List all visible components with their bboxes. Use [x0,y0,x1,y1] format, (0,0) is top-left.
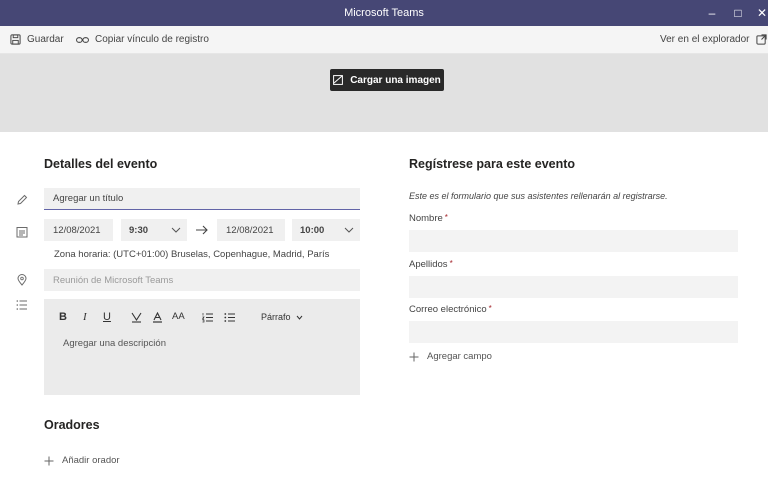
save-label: Guardar [27,34,64,45]
location-icon [17,274,27,286]
chevron-down-icon [296,315,302,320]
open-external-icon [755,34,767,45]
minimize-button[interactable]: – [702,3,722,23]
event-title-placeholder: Agregar un título [53,193,124,204]
plus-icon [44,456,54,465]
chevron-down-icon [171,227,181,233]
start-time-value: 9:30 [129,224,149,236]
open-in-browser-button[interactable]: Ver en el explorador [660,34,767,45]
font-size-button[interactable]: AA [172,311,185,322]
pencil-icon [17,194,28,205]
event-details-heading: Detalles del evento [44,157,158,171]
save-button[interactable]: Guardar [10,34,64,45]
paragraph-style-dropdown[interactable]: Párrafo [261,312,303,322]
start-time-select[interactable]: 9:30 [121,219,187,241]
title-bar: Microsoft Teams – □ ✕ [0,0,768,26]
add-field-button[interactable]: Agregar campo [409,351,492,362]
registration-heading: Regístrese para este evento [409,157,576,171]
window-title: Microsoft Teams [344,7,424,19]
end-date-value: 12/08/2021 [226,224,274,236]
last-name-label: Apellidos * [409,259,453,270]
last-name-label-text: Apellidos [409,259,448,270]
add-field-label: Agregar campo [427,351,492,362]
last-name-field[interactable] [409,276,738,298]
paragraph-style-label: Párrafo [261,312,291,322]
image-icon [333,75,344,85]
first-name-field[interactable] [409,230,738,252]
calendar-icon [16,227,28,238]
start-date-picker[interactable]: 12/08/2021 [44,219,113,241]
link-icon [76,36,89,43]
underline-button[interactable]: U [103,311,111,323]
email-label: Correo electrónico * [409,304,492,315]
description-input[interactable]: Agregar una descripción [63,338,166,349]
first-name-label: Nombre * [409,213,448,224]
italic-button[interactable]: I [83,311,87,323]
description-editor: B I U AA Párrafo Agregar una descripción [44,299,360,395]
editor-toolbar: B I U AA Párrafo [44,299,360,333]
chevron-down-icon [344,227,354,233]
start-date-value: 12/08/2021 [53,224,101,236]
bold-button[interactable]: B [59,311,67,323]
event-title-input[interactable]: Agregar un título [44,188,360,210]
list-icon [16,300,27,310]
email-label-text: Correo electrónico [409,304,487,315]
highlight-icon[interactable] [131,312,142,323]
copy-registration-link-button[interactable]: Copiar vínculo de registro [76,34,209,45]
end-date-picker[interactable]: 12/08/2021 [217,219,285,241]
add-speaker-label: Añadir orador [62,455,120,466]
open-browser-label: Ver en el explorador [660,34,750,45]
end-time-select[interactable]: 10:00 [292,219,360,241]
maximize-button[interactable]: □ [728,3,748,23]
upload-image-label: Cargar una imagen [350,74,441,86]
copy-link-label: Copiar vínculo de registro [95,34,209,45]
first-name-label-text: Nombre [409,213,443,224]
end-time-value: 10:00 [300,224,325,236]
required-marker: * [449,259,453,268]
save-icon [10,34,21,45]
required-marker: * [488,304,492,313]
close-icon: ✕ [756,6,768,20]
timezone-text: Zona horaria: (UTC+01:00) Bruselas, Cope… [54,249,330,260]
registration-description: Este es el formulario que sus asistentes… [409,191,668,201]
speakers-heading: Oradores [44,418,100,432]
font-color-icon[interactable] [152,312,163,323]
required-marker: * [444,213,448,222]
arrow-right-icon [196,225,208,235]
close-button[interactable]: ✕ [752,3,768,23]
location-input[interactable]: Reunión de Microsoft Teams [44,269,360,291]
maximize-icon: □ [734,6,742,20]
bullet-list-icon[interactable] [224,312,235,323]
toolbar: Guardar Copiar vínculo de registro Ver e… [0,26,768,54]
minimize-icon: – [708,6,716,20]
upload-image-button[interactable]: Cargar una imagen [330,69,444,91]
plus-icon [409,352,419,361]
location-placeholder: Reunión de Microsoft Teams [53,274,174,286]
email-field[interactable] [409,321,738,343]
numbered-list-icon[interactable] [202,312,213,323]
add-speaker-button[interactable]: Añadir orador [44,455,120,466]
event-banner: Cargar una imagen [0,54,768,132]
